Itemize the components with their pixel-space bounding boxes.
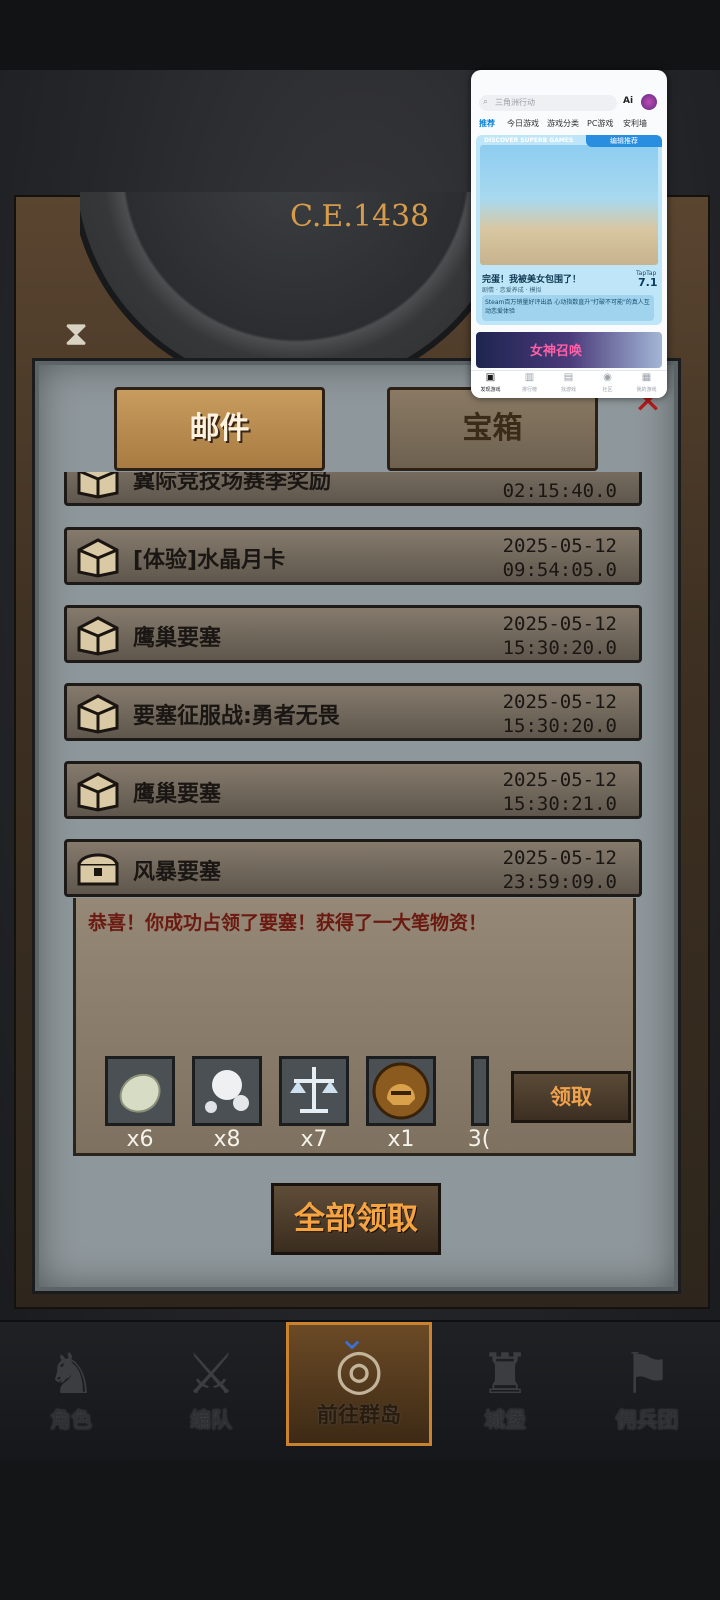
store-tab[interactable]: PC游戏	[587, 118, 613, 129]
helmet-icon	[372, 1062, 430, 1120]
banner-subtitle: 剧情 · 恋爱养成 · 模拟	[482, 287, 542, 294]
nav-mercenary[interactable]: ⚑ 佣兵团	[582, 1330, 712, 1450]
avatar[interactable]	[641, 94, 657, 110]
squad-icon: ⚔	[185, 1342, 237, 1407]
claim-all-button[interactable]: 全部领取	[271, 1183, 441, 1255]
bottom-bar	[0, 1460, 720, 1600]
mail-date: 2025-05-12 23:59:09.0	[502, 847, 617, 893]
claim-button[interactable]: 领取	[511, 1071, 631, 1123]
store-tab[interactable]: 推荐	[479, 118, 495, 129]
mail-date: 2025-05-12 15:30:20.0	[502, 691, 617, 737]
chest-icon	[77, 694, 119, 734]
nav-label: 佣兵团	[615, 1408, 679, 1432]
nav-label: 城堡	[484, 1408, 526, 1432]
mail-date: 2025-05-12 09:54:05.0	[502, 535, 617, 581]
chest-icon	[77, 472, 119, 499]
chest-icon	[77, 538, 119, 578]
store-nav-find[interactable]: ▤ 找游戏	[549, 372, 588, 393]
reward-qty: 3(	[467, 1127, 491, 1152]
search-icon: ⌕	[483, 97, 489, 107]
castle-icon: ♜	[479, 1342, 531, 1407]
mail-title: 风暴要塞	[133, 860, 222, 885]
reward-item-pearl[interactable]	[192, 1056, 262, 1126]
open-chest-icon	[77, 853, 119, 886]
mail-row[interactable]: 冀际竞技场赛季奖励 02:15:40.0	[64, 472, 642, 506]
banner-description: Steam百万销量好评出品 心动指数直升"打破不可能"的真人互动恋爱体验	[482, 295, 654, 321]
mail-date: 2025-05-12 15:30:20.0	[502, 613, 617, 659]
knight-icon: ♞	[45, 1342, 97, 1407]
ai-button[interactable]: Ai	[623, 96, 633, 106]
era-label: C.E.1438	[290, 199, 430, 234]
score-value: 7.1	[638, 276, 658, 289]
mail-row[interactable]: [体验]水晶月卡 2025-05-12 09:54:05.0	[64, 527, 642, 585]
mail-row[interactable]: 鹰巢要塞 2025-05-12 15:30:21.0	[64, 761, 642, 819]
mail-list[interactable]: 冀际竞技场赛季奖励 02:15:40.0 [体验]水晶月卡 2025-05-12…	[64, 472, 644, 902]
store-tab[interactable]: 游戏分类	[547, 118, 579, 129]
nav-label: 角色	[50, 1408, 92, 1432]
reward-item-scales[interactable]	[279, 1056, 349, 1126]
mail-title: 要塞征服战:勇者无畏	[133, 704, 340, 729]
reward-item-helmet[interactable]	[366, 1056, 436, 1126]
reward-qty: x1	[387, 1127, 415, 1152]
featured-banner[interactable]: 编辑推荐 DISCOVER SUPERB GAMES 完蛋！我被美女包围了！ 剧…	[476, 135, 662, 325]
nav-castle[interactable]: ♜ 城堡	[440, 1330, 570, 1450]
store-overlay-window[interactable]: 三角洲行动 ⌕ Ai 推荐 今日游戏 游戏分类 PC游戏 安利墙 编辑推荐 DI…	[471, 70, 667, 398]
chart-icon: ▥	[524, 372, 535, 383]
nav-squad[interactable]: ⚔ 编队	[146, 1330, 276, 1450]
reward-item-stone[interactable]	[105, 1056, 175, 1126]
top-status-area	[0, 0, 720, 70]
stone-icon	[119, 1073, 161, 1113]
nav-label: 前往群岛	[317, 1403, 401, 1427]
chest-icon	[77, 772, 119, 812]
tab-chest[interactable]: 宝箱	[387, 387, 598, 471]
store-search-input[interactable]: 三角洲行动	[479, 95, 617, 111]
pearl-icon	[205, 1070, 249, 1113]
mail-row[interactable]: 要塞征服战:勇者无畏 2025-05-12 15:30:20.0	[64, 683, 642, 741]
store-nav-discover[interactable]: ▣ 发现游戏	[471, 372, 510, 393]
reward-qty: x6	[126, 1127, 154, 1152]
banner-icon: ⚑	[621, 1342, 673, 1407]
nav-label: 编队	[190, 1408, 232, 1432]
home-icon: ▣	[485, 372, 496, 383]
chat-icon: ◉	[603, 372, 612, 383]
nav-character[interactable]: ♞ 角色	[6, 1330, 136, 1450]
store-nav-ranking[interactable]: ▥ 排行榜	[510, 372, 549, 393]
store-tab[interactable]: 安利墙	[623, 118, 647, 129]
gamepad-icon: ▦	[641, 372, 652, 383]
reward-qty: x8	[213, 1127, 241, 1152]
banner-title: 完蛋！我被美女包围了！	[482, 275, 582, 285]
banner-tag: 编辑推荐	[586, 135, 662, 147]
mail-title: 鹰巢要塞	[133, 626, 222, 651]
banner-discover: DISCOVER SUPERB GAMES	[484, 137, 574, 144]
box-icon: ▤	[563, 372, 574, 383]
mail-date: 02:15:40.0	[502, 480, 617, 502]
mail-date: 2025-05-12 15:30:21.0	[502, 769, 617, 815]
hourglass-icon: ⧗	[64, 314, 88, 354]
reward-item-partial[interactable]	[471, 1056, 489, 1126]
secondary-banner-title: 女神召唤	[530, 344, 583, 359]
store-nav-community[interactable]: ◉ 社区	[588, 372, 627, 393]
mail-title: 冀际竞技场赛季奖励	[133, 472, 332, 494]
reward-qty: x7	[300, 1127, 328, 1152]
scales-icon	[290, 1067, 338, 1113]
chest-icon	[77, 616, 119, 656]
mail-title: 鹰巢要塞	[133, 782, 222, 807]
mail-row-expanded[interactable]: 风暴要塞 2025-05-12 23:59:09.0	[64, 839, 642, 897]
mail-message: 恭喜！你成功占领了要塞！获得了一大笔物资！	[88, 912, 488, 934]
store-nav-mygames[interactable]: ▦ 我的游戏	[627, 372, 666, 393]
mail-row[interactable]: 鹰巢要塞 2025-05-12 15:30:20.0	[64, 605, 642, 663]
mail-title: [体验]水晶月卡	[133, 548, 286, 573]
secondary-banner[interactable]: 女神召唤	[476, 332, 662, 368]
chevron-down-icon: ⌄	[337, 1318, 367, 1358]
banner-image	[480, 145, 658, 265]
tab-mail[interactable]: 邮件	[114, 387, 325, 471]
store-tab[interactable]: 今日游戏	[507, 118, 539, 129]
